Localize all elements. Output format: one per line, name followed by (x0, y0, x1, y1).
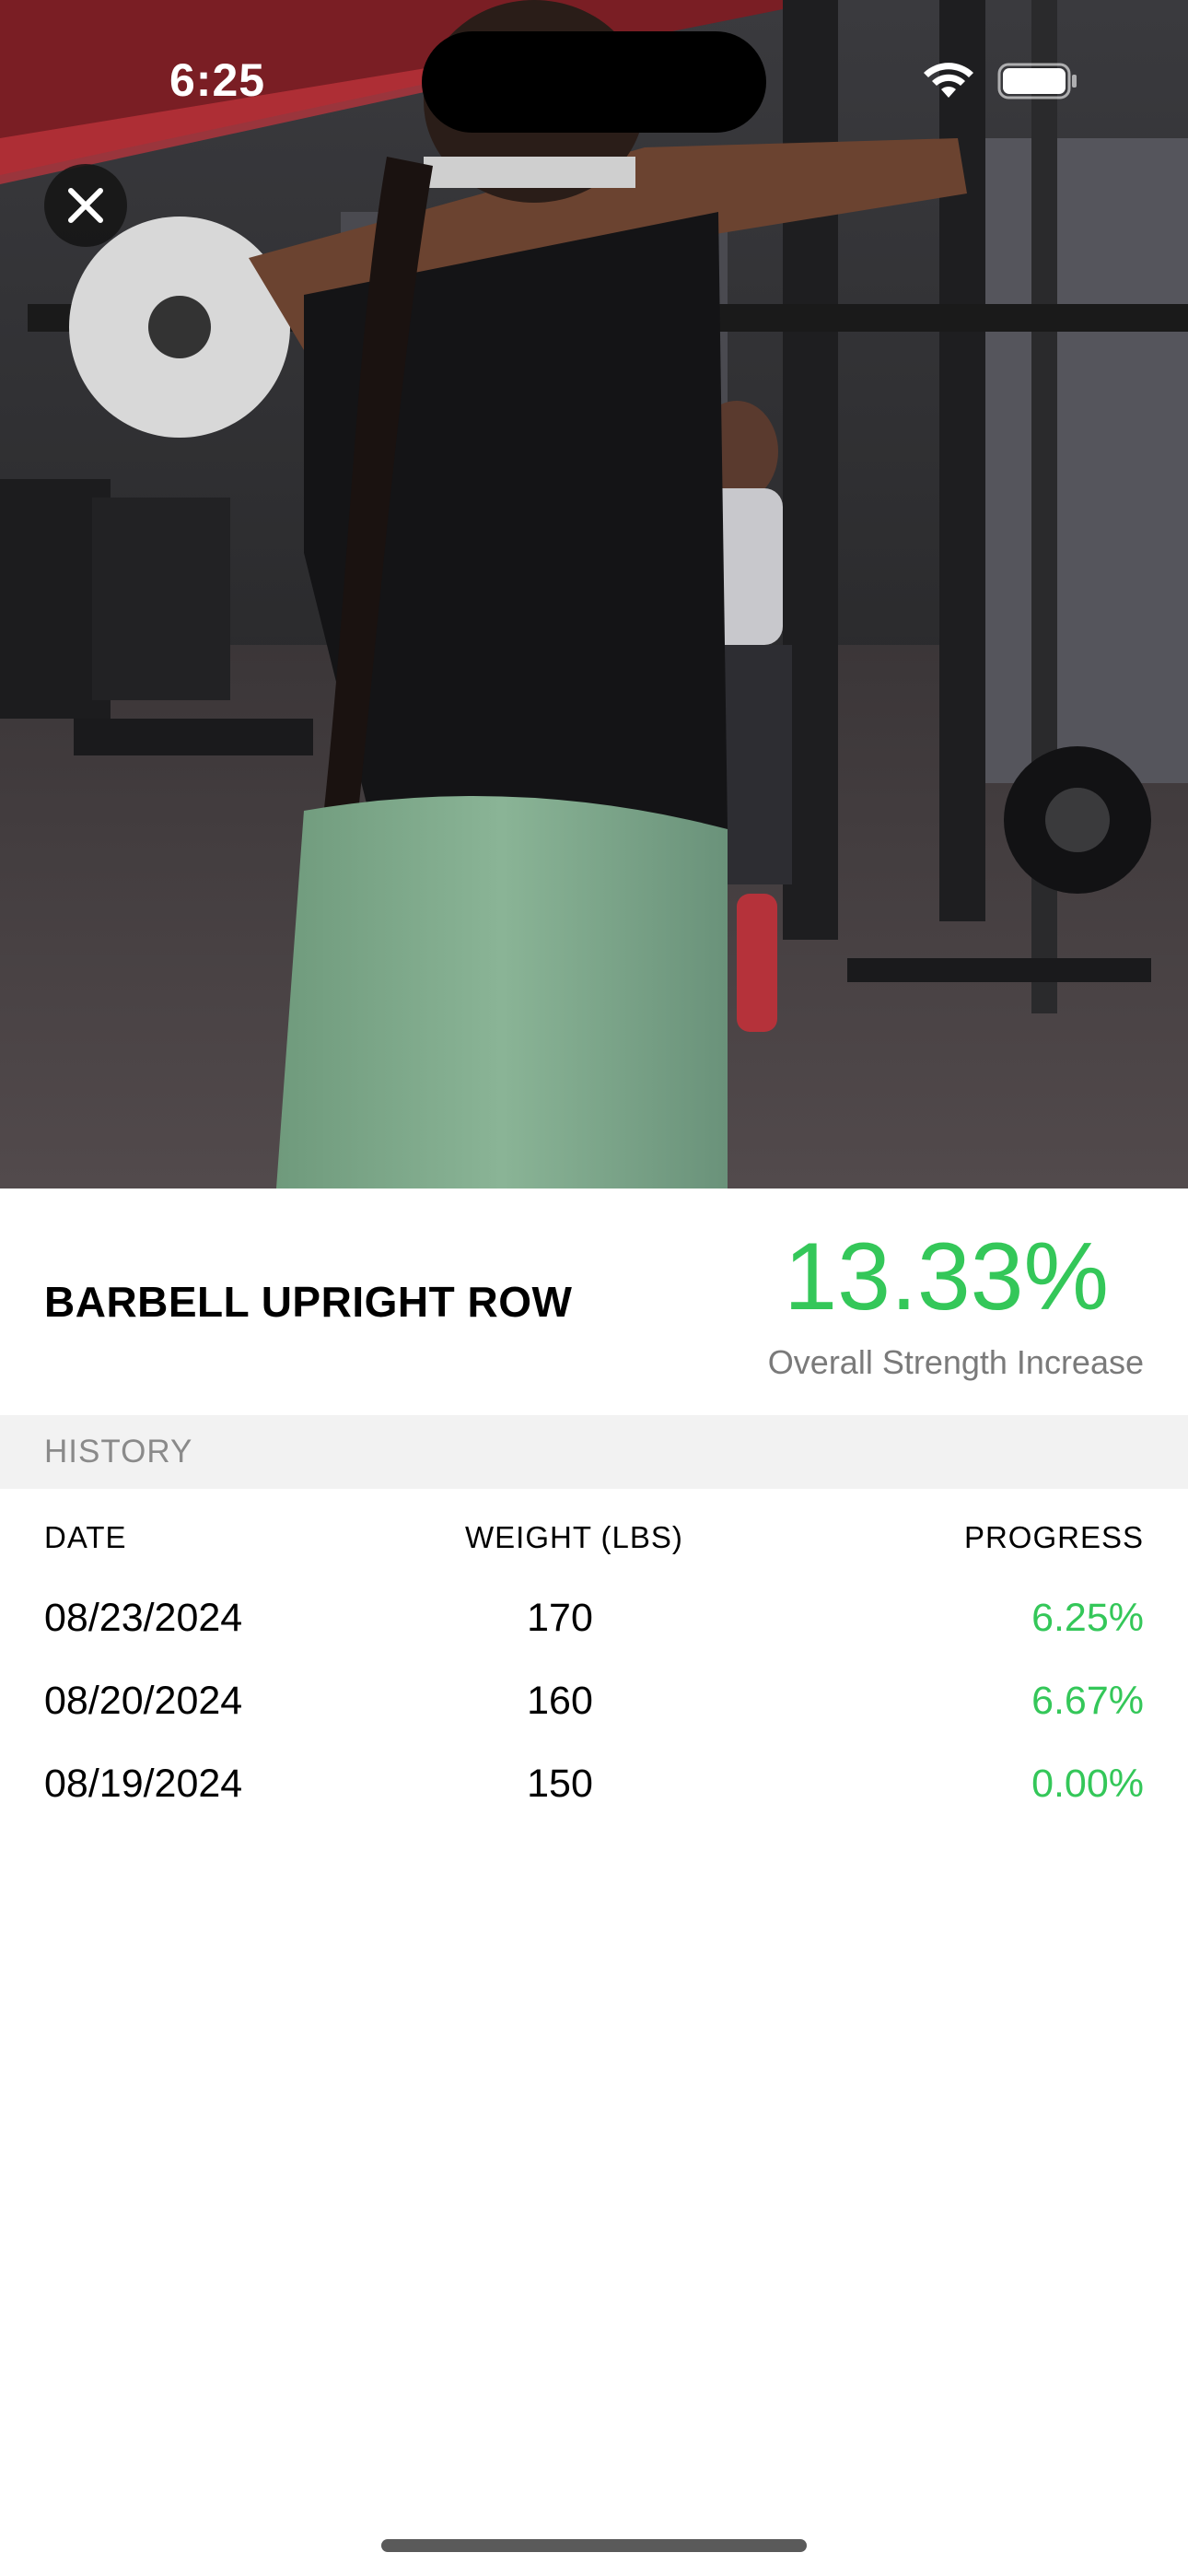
row-weight: 170 (527, 1596, 593, 1640)
column-header-progress: PROGRESS (963, 1520, 1144, 1554)
history-section-header: HISTORY (0, 1415, 1188, 1489)
overall-increase-caption: Overall Strength Increase (767, 1343, 1144, 1381)
row-progress: 6.25% (1031, 1596, 1144, 1640)
close-button[interactable] (44, 164, 127, 247)
battery-icon (997, 63, 1077, 100)
row-progress: 0.00% (1031, 1762, 1144, 1806)
row-date: 08/20/2024 (44, 1679, 243, 1723)
status-time: 6:25 (169, 54, 266, 106)
row-weight: 150 (527, 1762, 593, 1806)
history-label: HISTORY (44, 1434, 193, 1469)
gym-scene-image (0, 0, 1188, 1188)
row-weight: 160 (527, 1679, 593, 1723)
overall-increase-value: 13.33% (784, 1224, 1109, 1330)
home-indicator[interactable] (381, 2539, 807, 2552)
column-header-weight: WEIGHT (LBS) (465, 1520, 683, 1554)
workout-photo: 6:25 (0, 0, 1188, 1188)
row-date: 08/19/2024 (44, 1762, 243, 1806)
dynamic-island (422, 31, 766, 133)
wifi-icon (924, 63, 973, 98)
table-row: 08/23/2024 170 6.25% (0, 1581, 1188, 1664)
close-icon (68, 188, 103, 223)
row-progress: 6.67% (1031, 1679, 1144, 1723)
exercise-summary: BARBELL UPRIGHT ROW 13.33% Overall Stren… (0, 1188, 1188, 1415)
table-row: 08/20/2024 160 6.67% (0, 1664, 1188, 1747)
exercise-title: BARBELL UPRIGHT ROW (44, 1278, 573, 1326)
row-date: 08/23/2024 (44, 1596, 243, 1640)
table-row: 08/19/2024 150 0.00% (0, 1747, 1188, 1830)
column-header-date: DATE (44, 1520, 127, 1554)
